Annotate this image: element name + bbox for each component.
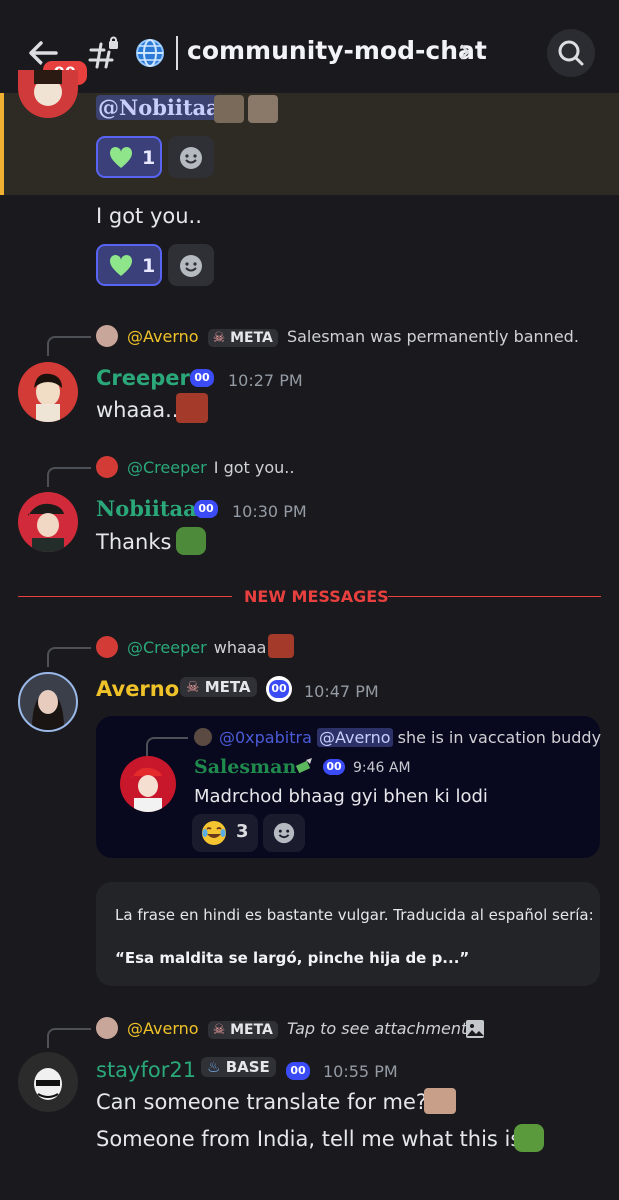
base-tag: ♨ BASE: [201, 1057, 276, 1077]
message-text: Thanks: [96, 530, 172, 554]
bot-badge-circle: 00: [266, 676, 292, 702]
add-reaction-button[interactable]: [168, 244, 214, 286]
reply-avatar: [96, 325, 118, 347]
money-wings-icon: [294, 757, 314, 775]
bot-badge: 00: [286, 1062, 310, 1080]
embed-reply-preview[interactable]: @0xpabitra @Averno she is in vaccation b…: [219, 728, 601, 747]
message-text: Madrchod bhaag gyi bhen ki lodi: [194, 786, 488, 807]
new-messages-label: NEW MESSAGES: [244, 587, 389, 606]
reply-avatar: [96, 456, 118, 478]
custom-emoji: [424, 1088, 456, 1114]
bot-badge: 00: [190, 369, 214, 387]
smiley-icon: [180, 147, 202, 169]
username-creeper[interactable]: Creeper: [96, 366, 190, 390]
timestamp: 10:30 PM: [232, 502, 307, 521]
avatar[interactable]: [120, 756, 176, 812]
globe-icon: [134, 37, 166, 69]
username-nobiitaa[interactable]: Nobiitaa: [96, 496, 197, 521]
translation-card: [96, 882, 600, 986]
smiley-icon: [273, 822, 295, 844]
reply-connector: [47, 336, 91, 356]
message-text: I got you..: [96, 204, 202, 228]
meta-tag: ☠ META: [207, 329, 278, 347]
green-heart-icon: [109, 254, 133, 276]
new-messages-divider: [388, 596, 601, 597]
avatar[interactable]: [18, 492, 78, 552]
timestamp: 10:47 PM: [304, 682, 379, 701]
emoji-sticker: [214, 95, 244, 123]
reply-avatar: [96, 636, 118, 658]
highlighted-message: [0, 93, 619, 195]
emoji-sticker: [248, 95, 278, 123]
pepe-emoji: [514, 1124, 544, 1152]
divider-bar: [176, 36, 178, 70]
message-text: whaaa..: [96, 398, 179, 422]
search-button[interactable]: [547, 29, 595, 77]
translation-quote: “Esa maldita se largó, pinche hija de p.…: [115, 949, 470, 967]
heart-reaction[interactable]: 1: [96, 136, 162, 178]
search-icon: [558, 40, 584, 66]
avatar[interactable]: [18, 1052, 78, 1112]
reply-connector: [47, 1028, 91, 1048]
reply-preview[interactable]: @Averno ☠ META Salesman was permanently …: [127, 327, 579, 347]
reply-preview[interactable]: @Creeper whaaa..: [127, 638, 277, 657]
reply-connector: [47, 467, 91, 487]
bot-badge: 00: [194, 500, 218, 518]
tears-of-joy-icon: [202, 821, 226, 845]
smiley-icon: [180, 255, 202, 277]
timestamp: 10:55 PM: [323, 1062, 398, 1081]
add-reaction-button[interactable]: [263, 814, 305, 852]
user-mention[interactable]: @Nobiitaa: [96, 95, 222, 120]
heart-reaction[interactable]: 1: [96, 244, 162, 286]
message-text: Can someone translate for me?: [96, 1090, 428, 1114]
new-messages-divider: [18, 596, 232, 597]
username-salesman[interactable]: Salesman: [194, 756, 296, 778]
custom-emoji: [268, 634, 294, 658]
reply-avatar: [194, 728, 212, 746]
meta-tag: ☠ META: [207, 1021, 278, 1039]
message-text: Someone from India, tell me what this is: [96, 1127, 522, 1151]
reply-connector: [47, 647, 91, 667]
username-stayfor21[interactable]: stayfor21: [96, 1058, 196, 1082]
locked-channel-hash-icon: [88, 36, 122, 70]
image-icon: [464, 1018, 486, 1040]
username-averno[interactable]: Averno: [96, 677, 179, 701]
reply-preview[interactable]: @Creeper I got you..: [127, 458, 294, 477]
translation-line: La frase en hindi es bastante vulgar. Tr…: [115, 906, 594, 924]
custom-emoji: [176, 393, 208, 423]
chevron-right-icon[interactable]: [458, 43, 472, 61]
reply-connector: [146, 737, 188, 757]
timestamp: 10:27 PM: [228, 371, 303, 390]
meta-tag: ☠ META: [180, 677, 257, 697]
channel-title[interactable]: community-mod-chat: [187, 36, 487, 65]
reply-avatar: [96, 1017, 118, 1039]
add-reaction-button[interactable]: [168, 136, 214, 178]
green-heart-icon: [109, 146, 133, 168]
avatar[interactable]: [18, 672, 78, 732]
frog-emoji: [176, 527, 206, 555]
avatar[interactable]: [18, 362, 78, 422]
reply-preview[interactable]: @Averno ☠ META Tap to see attachment: [127, 1019, 467, 1039]
mention-bar: [0, 93, 4, 195]
bot-badge: 00: [323, 759, 345, 775]
timestamp: 9:46 AM: [353, 760, 411, 776]
laugh-reaction[interactable]: 3: [192, 814, 258, 852]
